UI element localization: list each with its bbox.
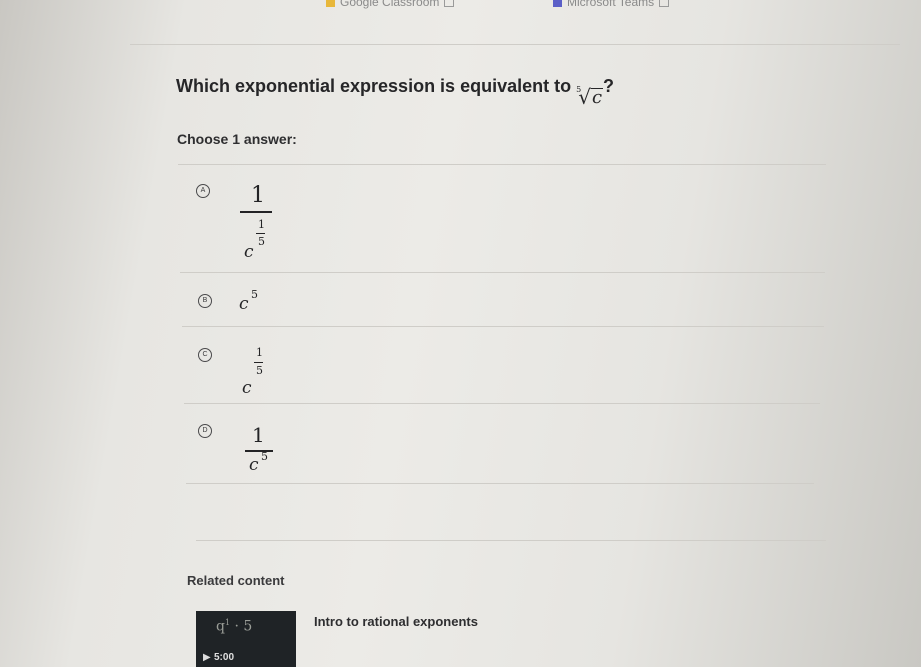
divider bbox=[180, 272, 825, 273]
google-classroom-icon bbox=[326, 0, 335, 7]
bookmarks-bar: Google Classroom Microsoft Teams bbox=[0, 0, 921, 16]
divider bbox=[182, 326, 824, 327]
divider bbox=[196, 540, 826, 541]
choose-label: Choose 1 answer: bbox=[177, 131, 297, 147]
external-link-icon bbox=[659, 0, 670, 7]
video-thumbnail[interactable]: q1 · 5 ▶ 5:00 bbox=[196, 611, 296, 667]
choice-a-letter[interactable]: A bbox=[196, 184, 210, 198]
divider bbox=[186, 483, 814, 484]
question-text: Which exponential expression is equivale… bbox=[176, 76, 615, 109]
divider bbox=[178, 164, 826, 165]
choice-b-letter[interactable]: B bbox=[198, 294, 212, 308]
external-link-icon bbox=[444, 0, 455, 7]
radical-expression: 5 √ c bbox=[576, 85, 604, 109]
divider bbox=[184, 403, 820, 404]
video-duration: 5:00 bbox=[214, 652, 235, 663]
thumbnail-formula: q1 · 5 bbox=[216, 618, 253, 635]
video-title-link[interactable]: Intro to rational exponents bbox=[314, 614, 478, 629]
microsoft-teams-icon bbox=[553, 0, 562, 7]
exponent-fraction-bar bbox=[256, 233, 265, 234]
exponent-fraction-bar bbox=[254, 362, 263, 363]
divider bbox=[130, 44, 900, 45]
choice-c-letter[interactable]: C bbox=[198, 348, 212, 362]
bookmark-microsoft-teams[interactable]: Microsoft Teams bbox=[553, 0, 670, 9]
play-icon[interactable]: ▶ bbox=[203, 652, 211, 663]
fraction-bar bbox=[245, 450, 273, 452]
bookmark-google-classroom[interactable]: Google Classroom bbox=[326, 0, 455, 9]
related-content-heading: Related content bbox=[187, 573, 285, 588]
fraction-bar bbox=[240, 211, 272, 213]
choice-d-letter[interactable]: D bbox=[198, 424, 212, 438]
